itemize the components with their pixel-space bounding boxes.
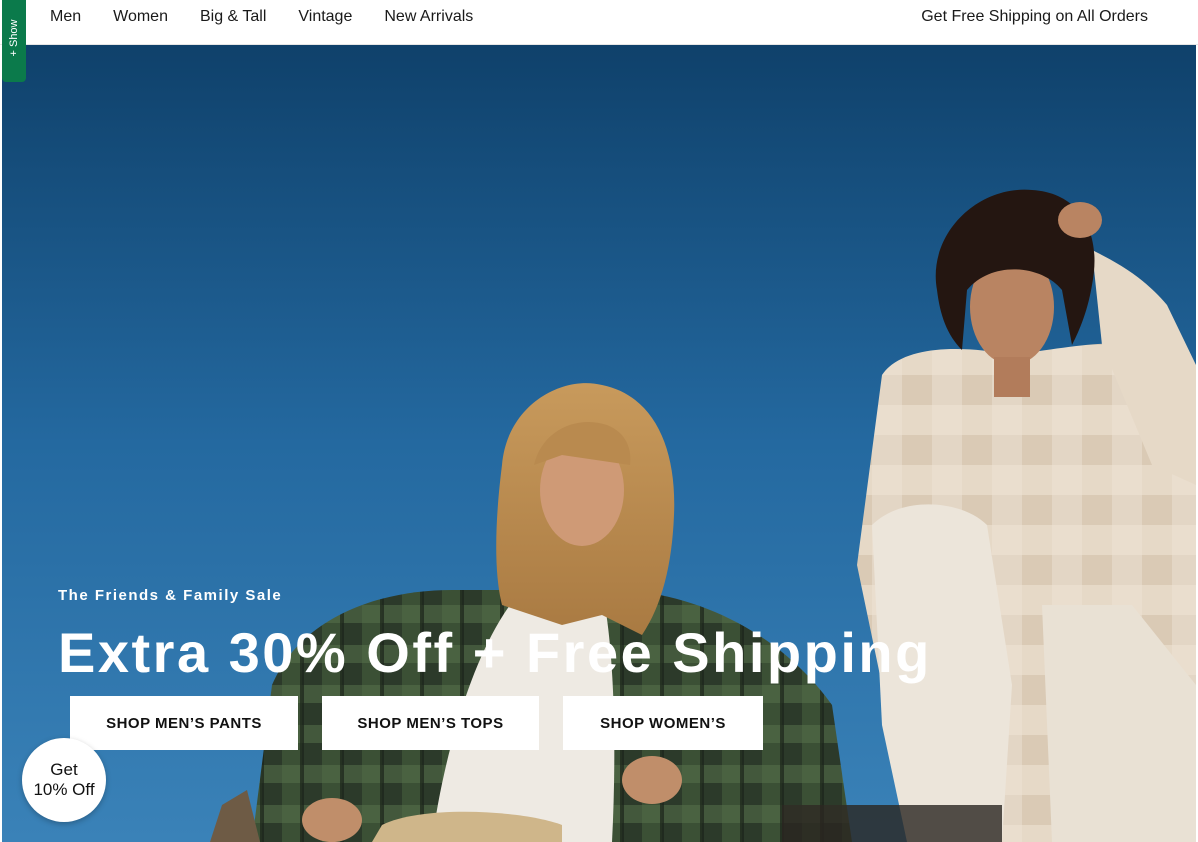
shop-mens-pants-button[interactable]: SHOP MEN’S PANTS: [70, 696, 298, 750]
nav-link-women[interactable]: Women: [113, 8, 168, 26]
nav-links: Men Women Big & Tall Vintage New Arrival…: [50, 0, 505, 33]
discount-badge-line1: Get: [50, 760, 78, 779]
shop-womens-button[interactable]: SHOP WOMEN’S: [563, 696, 763, 750]
nav-link-new-arrivals[interactable]: New Arrivals: [384, 8, 473, 26]
sale-headline: Extra 30% Off + Free Shipping: [58, 621, 932, 684]
nav-link-big-tall[interactable]: Big & Tall: [200, 8, 266, 26]
show-tab-label: + Show: [8, 19, 20, 57]
sale-eyebrow: The Friends & Family Sale: [58, 587, 283, 604]
nav-link-vintage[interactable]: Vintage: [298, 8, 352, 26]
discount-badge[interactable]: Get 10% Off: [22, 738, 106, 822]
hero-banner[interactable]: The Friends & Family Sale Extra 30% Off …: [2, 45, 1196, 842]
top-nav: Men Women Big & Tall Vintage New Arrival…: [0, 0, 1198, 45]
nav-link-men[interactable]: Men: [50, 8, 81, 26]
show-side-tab[interactable]: + Show: [2, 0, 26, 82]
discount-badge-line2: 10% Off: [33, 780, 95, 799]
free-shipping-note[interactable]: Get Free Shipping on All Orders: [921, 0, 1148, 33]
shop-mens-tops-button[interactable]: SHOP MEN’S TOPS: [322, 696, 539, 750]
